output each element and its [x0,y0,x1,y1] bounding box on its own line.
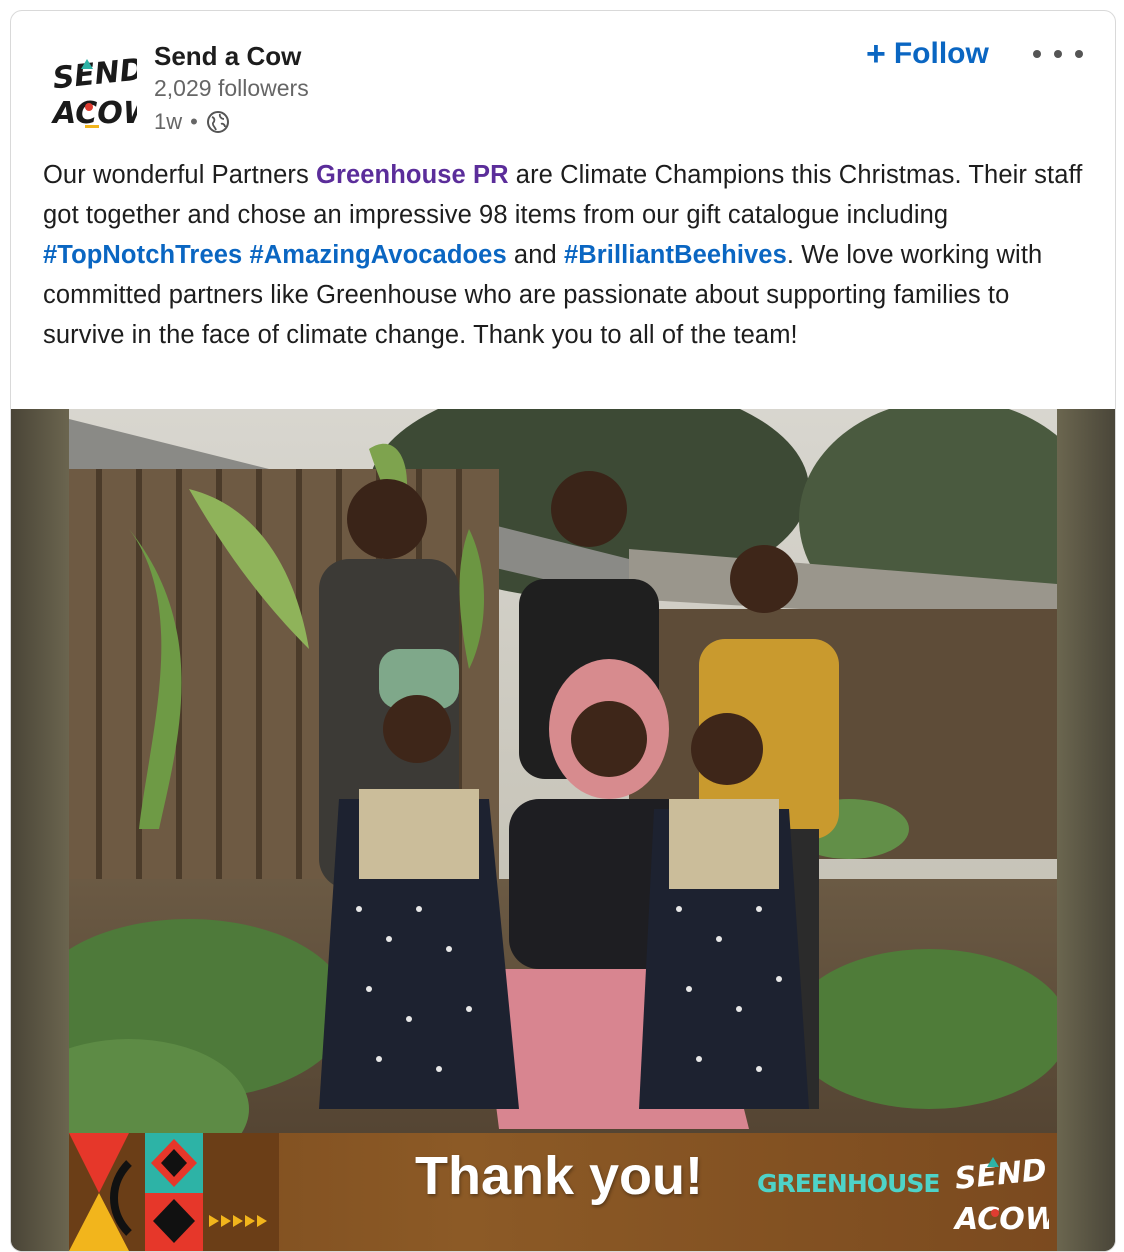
image-blur-right [1057,409,1115,1251]
meta-separator: • [190,109,198,134]
svg-text:SEND: SEND [51,52,137,96]
svg-text:ACOW: ACOW [953,1202,1049,1237]
banner-thank-you-text: Thank you! [415,1146,704,1206]
post-text-segment [242,241,249,269]
send-a-cow-logo: SEND ACOW [51,52,158,131]
svg-text:SEND: SEND [953,1153,1048,1197]
author-name[interactable]: Send a Cow [154,41,301,72]
follower-count: 2,029 followers [154,75,309,101]
globe-icon [206,111,229,133]
post-text: Our wonderful Partners Greenhouse PR are… [43,155,1093,355]
more-dot-icon [1054,50,1062,58]
post-card: SEND ACOW Send a Cow 2,029 followers 1w … [10,10,1116,1252]
send-a-cow-logo-white: SEND ACOW [953,1153,1060,1237]
image-blur-left [11,409,69,1251]
post-text-segment: and [506,241,564,269]
more-options-button[interactable] [1033,39,1083,69]
follow-label: Follow [893,37,989,70]
banner-send-a-cow-logo: SEND ACOW [949,1143,1060,1243]
family-photo [69,409,1057,1251]
hashtag-link[interactable]: #BrilliantBeehives [564,241,787,269]
svg-text:ACOW: ACOW [51,96,137,129]
hashtag-link[interactable]: #TopNotchTrees [43,241,242,269]
post-time: 1w [154,109,183,134]
tribal-pattern-icon [69,1133,279,1251]
more-dot-icon [1075,50,1083,58]
greenhouse-logo: GREENHOUSE [757,1169,940,1198]
mention-link[interactable]: Greenhouse PR [316,161,509,189]
follow-button[interactable]: + Follow [866,37,989,71]
post-text-segment: Our wonderful Partners [43,161,317,189]
thank-you-banner: Thank you! GREENHOUSE SEND ACOW [69,1133,1060,1251]
post-image[interactable]: Thank you! GREENHOUSE SEND ACOW [11,409,1115,1251]
author-logo[interactable]: SEND ACOW [47,49,158,131]
more-dot-icon [1033,50,1041,58]
post-meta: 1w • [154,109,230,135]
hashtag-link[interactable]: #AmazingAvocadoes [250,241,507,269]
plus-icon: + [866,35,886,73]
